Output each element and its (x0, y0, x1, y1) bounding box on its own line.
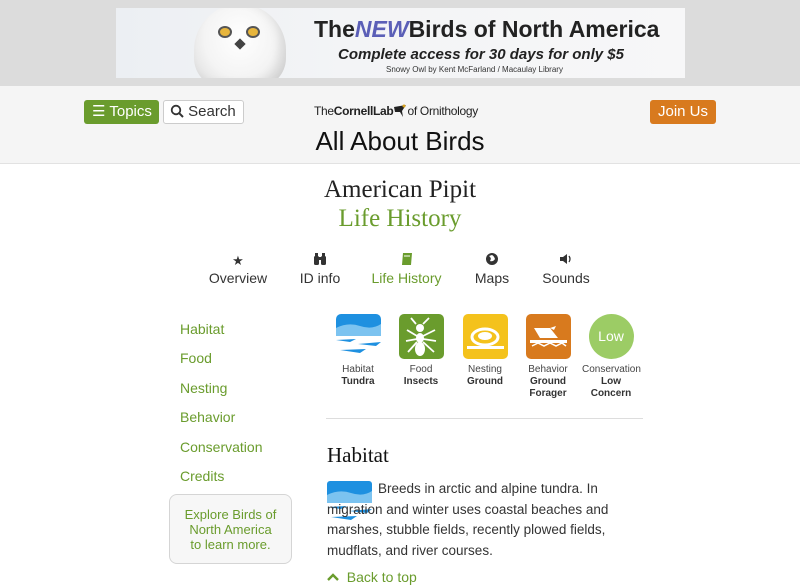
bird-logo-icon (394, 104, 407, 117)
owl-eye (246, 26, 260, 38)
ground-nest-icon (462, 314, 508, 359)
search-icon (170, 104, 184, 118)
globe-icon (470, 252, 514, 270)
cornell-lab-logo[interactable]: TheCornellLab of Ornithology (314, 103, 478, 118)
habitat-description: Breeds in arctic and alpine tundra. In m… (327, 481, 609, 558)
conservation-icon: Low (588, 314, 634, 359)
tundra-icon (335, 314, 381, 359)
subpage-title: Life History (338, 205, 462, 232)
sidebar-item-behavior[interactable]: Behavior (180, 409, 235, 425)
ad-banner[interactable]: TheNEWBirds of North America Complete ac… (116, 8, 685, 78)
owl-beak (234, 38, 246, 50)
snowy-owl-image (194, 8, 286, 78)
forager-icon (525, 314, 571, 359)
insect-icon (398, 314, 444, 359)
card-conservation[interactable]: Low Conservation Low Concern (582, 314, 641, 400)
back-to-top-link[interactable]: Back to top (327, 569, 417, 585)
sidebar-item-habitat[interactable]: Habitat (180, 321, 224, 337)
sidebar-item-food[interactable]: Food (180, 350, 212, 366)
sidebar-item-credits[interactable]: Credits (180, 468, 224, 484)
habitat-section-title: Habitat (327, 443, 389, 467)
card-nesting[interactable]: Nesting Ground (456, 314, 514, 388)
card-habitat[interactable]: Habitat Tundra (329, 314, 387, 388)
site-title[interactable]: All About Birds (0, 126, 800, 157)
site-header: ☰ Topics Search TheCornellLab of Ornithol… (0, 86, 800, 164)
sidebar-item-conservation[interactable]: Conservation (180, 439, 263, 455)
chevron-up-icon (327, 569, 339, 585)
ad-title: TheNEWBirds of North America (314, 16, 660, 42)
tab-id-info[interactable]: ID info (294, 252, 346, 286)
ad-subtitle: Complete access for 30 days for only $5 (338, 46, 624, 63)
sidebar-item-nesting[interactable]: Nesting (180, 380, 227, 396)
speaker-icon (538, 252, 594, 270)
menu-icon: ☰ (92, 103, 106, 120)
owl-eye (218, 26, 232, 38)
ad-credit: Snowy Owl by Kent McFarland / Macaulay L… (386, 65, 563, 74)
binoculars-icon (294, 252, 346, 270)
tab-overview[interactable]: ★ Overview (205, 252, 271, 286)
book-icon (369, 252, 444, 270)
explore-box[interactable]: Explore Birds of North America to learn … (169, 494, 292, 564)
tab-maps[interactable]: Maps (470, 252, 514, 286)
divider (326, 418, 643, 419)
join-us-button[interactable]: Join Us (650, 100, 716, 124)
tab-sounds[interactable]: Sounds (538, 252, 594, 286)
search-button[interactable]: Search (163, 100, 244, 124)
card-behavior[interactable]: Behavior Ground Forager (519, 314, 577, 400)
topics-button[interactable]: ☰ Topics (84, 100, 159, 124)
card-food[interactable]: Food Insects (392, 314, 450, 388)
ad-banner-area: TheNEWBirds of North America Complete ac… (0, 0, 800, 86)
tab-life-history[interactable]: Life History (369, 252, 444, 286)
star-icon: ★ (232, 253, 244, 268)
species-title: American Pipit (323, 176, 477, 203)
